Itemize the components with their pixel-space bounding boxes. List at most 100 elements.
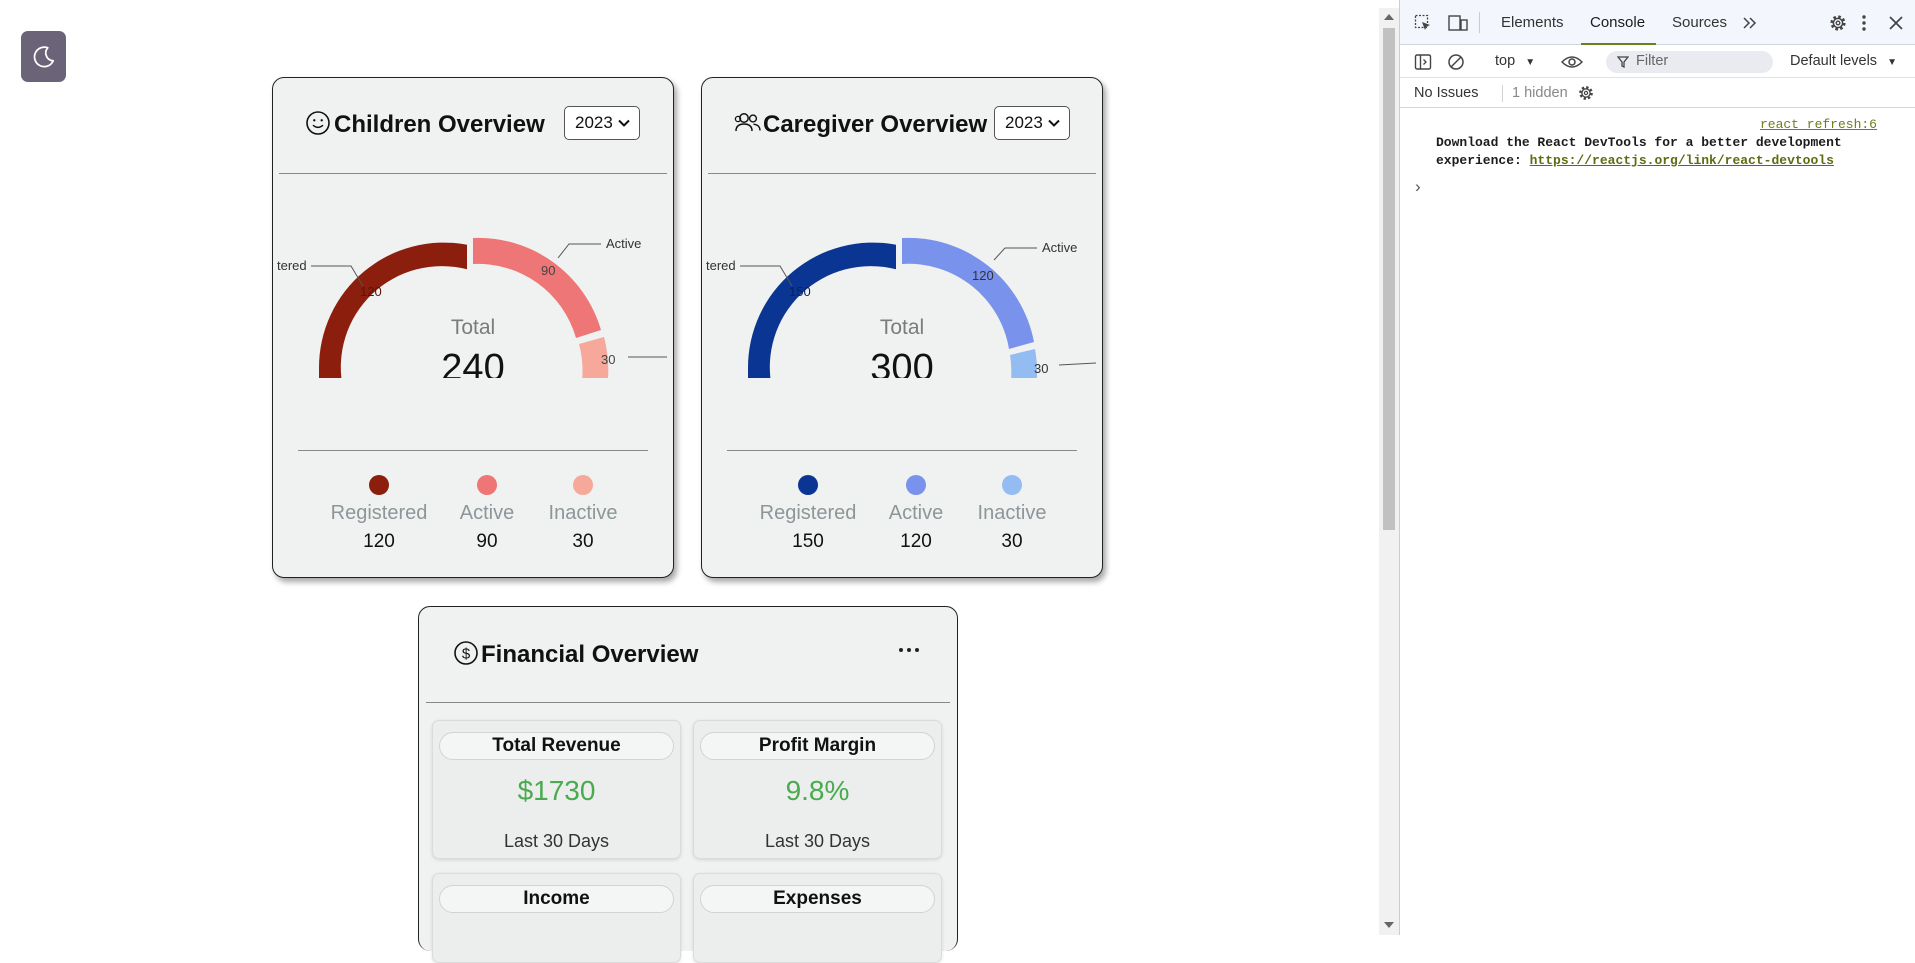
settings-gear-icon[interactable] xyxy=(1828,13,1848,33)
total-value: 240 xyxy=(441,347,504,378)
tab-sources[interactable]: Sources xyxy=(1672,14,1727,31)
box-title: Expenses xyxy=(700,885,935,913)
issues-bar: No Issues 1 hidden xyxy=(1400,78,1915,108)
caregiver-overview-card: Caregiver Overview 2023 tered 150 Active… xyxy=(701,77,1103,578)
device-toolbar-icon[interactable] xyxy=(1448,14,1468,32)
segment-value-active: 90 xyxy=(541,263,555,278)
console-message-line: Download the React DevTools for a better… xyxy=(1436,135,1842,150)
filter-icon xyxy=(1617,56,1629,68)
clear-console-icon[interactable] xyxy=(1447,53,1465,71)
legend: Registered 150 Active 120 Inactive 30 xyxy=(702,463,1102,553)
console-message-line: experience: https://reactjs.org/link/rea… xyxy=(1436,153,1834,168)
legend-item-inactive: Inactive 30 xyxy=(957,475,1067,553)
legend-value: 30 xyxy=(1001,531,1023,552)
moon-icon xyxy=(33,45,54,67)
hidden-count: 1 hidden xyxy=(1512,85,1568,101)
separator xyxy=(1479,12,1480,33)
expenses-box: Expenses xyxy=(693,873,942,963)
issues-count[interactable]: No Issues xyxy=(1414,85,1478,101)
total-label: Total xyxy=(880,316,924,339)
dollar-circle-icon: $ xyxy=(454,641,478,665)
log-levels-select[interactable]: Default levels ▼ xyxy=(1790,53,1897,69)
sidebar-toggle-icon[interactable] xyxy=(1414,53,1432,71)
box-title: Profit Margin xyxy=(700,732,935,760)
segment-value-active: 120 xyxy=(972,268,994,283)
theme-toggle-button[interactable] xyxy=(21,31,66,82)
devtools-panel: Elements Console Sources top ▼ Filter De… xyxy=(1399,0,1915,935)
eye-icon[interactable] xyxy=(1561,55,1583,69)
settings-gear-icon[interactable] xyxy=(1577,84,1595,102)
income-box: Income xyxy=(432,873,681,963)
svg-text:$: $ xyxy=(462,646,471,663)
console-output: react_refresh:6 Download the React DevTo… xyxy=(1400,108,1915,935)
segment-value-inactive: 30 xyxy=(601,352,615,367)
legend-label: Inactive xyxy=(548,502,618,524)
legend-item-inactive: Inactive 30 xyxy=(528,475,638,553)
filter-placeholder: Filter xyxy=(1636,53,1669,69)
legend-value: 30 xyxy=(572,531,594,552)
legend-item-active: Active 120 xyxy=(861,475,971,553)
legend-dot xyxy=(1002,475,1022,495)
callout-label-registered: tered xyxy=(277,258,307,273)
scroll-up-arrow[interactable] xyxy=(1384,14,1394,20)
legend: Registered 120 Active 90 Inactive 30 xyxy=(273,463,673,553)
legend-dot xyxy=(573,475,593,495)
box-period: Last 30 Days xyxy=(503,831,610,851)
tab-elements[interactable]: Elements xyxy=(1501,14,1564,31)
legend-label: Registered xyxy=(759,502,857,524)
tab-console[interactable]: Console xyxy=(1590,14,1645,31)
console-prompt[interactable]: › xyxy=(1415,177,1421,197)
segment-value-registered: 120 xyxy=(360,284,382,299)
callout-label-active: Active xyxy=(1042,240,1077,255)
legend-item-registered: Registered 150 xyxy=(753,475,863,553)
console-toolbar: top ▼ Filter Default levels ▼ xyxy=(1400,45,1915,78)
caret-down-icon: ▼ xyxy=(1525,57,1536,68)
page-scrollbar[interactable] xyxy=(1379,8,1399,935)
divider xyxy=(426,702,950,703)
box-period: Last 30 Days xyxy=(764,831,871,851)
box-title: Total Revenue xyxy=(439,732,674,760)
total-value: 300 xyxy=(870,347,933,378)
more-tabs-icon[interactable] xyxy=(1742,17,1758,29)
total-label: Total xyxy=(451,316,495,339)
scroll-down-arrow[interactable] xyxy=(1384,922,1394,928)
ellipsis-icon[interactable] xyxy=(897,645,921,655)
callout-line-active xyxy=(557,243,601,259)
financial-overview-card: $ Financial Overview Total Revenue $1730… xyxy=(418,606,958,963)
scrollbar-thumb[interactable] xyxy=(1383,28,1395,530)
context-value: top xyxy=(1495,53,1516,69)
legend-value: 120 xyxy=(363,531,395,552)
devtools-tabbar: Elements Console Sources xyxy=(1400,0,1915,45)
inspect-element-icon[interactable] xyxy=(1414,14,1432,32)
legend-dot xyxy=(369,475,389,495)
caret-down-icon: ▼ xyxy=(1887,57,1897,68)
context-select[interactable]: top ▼ xyxy=(1495,53,1535,69)
callout-line-inactive xyxy=(1058,362,1097,366)
segment-value-inactive: 30 xyxy=(1034,361,1048,376)
legend-label: Inactive xyxy=(977,502,1047,524)
callout-label-active: Active xyxy=(606,236,641,251)
legend-label: Active xyxy=(459,502,515,524)
segment-value-registered: 150 xyxy=(789,284,811,299)
gauge-segment-inactive xyxy=(1010,349,1038,378)
box-value: 9.8% xyxy=(785,775,850,806)
close-icon[interactable] xyxy=(1888,15,1904,31)
legend-dot xyxy=(798,475,818,495)
callout-line-active xyxy=(993,247,1037,261)
divider xyxy=(298,450,648,451)
box-value: $1730 xyxy=(517,775,596,806)
console-source-link[interactable]: react_refresh:6 xyxy=(1760,117,1877,132)
legend-dot xyxy=(906,475,926,495)
legend-label: Active xyxy=(888,502,944,524)
card-title: Financial Overview xyxy=(481,641,699,668)
log-levels-value: Default levels xyxy=(1790,53,1878,69)
filter-input[interactable]: Filter xyxy=(1606,51,1773,73)
total-revenue-box: Total Revenue $1730 Last 30 Days xyxy=(432,720,681,859)
react-devtools-link[interactable]: https://reactjs.org/link/react-devtools xyxy=(1530,153,1834,168)
children-gauge-chart: tered 120 Active 90 30 Total 240 xyxy=(277,236,667,378)
kebab-menu-icon[interactable] xyxy=(1861,13,1867,33)
divider xyxy=(727,450,1077,451)
legend-item-registered: Registered 120 xyxy=(324,475,434,553)
legend-dot xyxy=(477,475,497,495)
legend-value: 150 xyxy=(792,531,824,552)
